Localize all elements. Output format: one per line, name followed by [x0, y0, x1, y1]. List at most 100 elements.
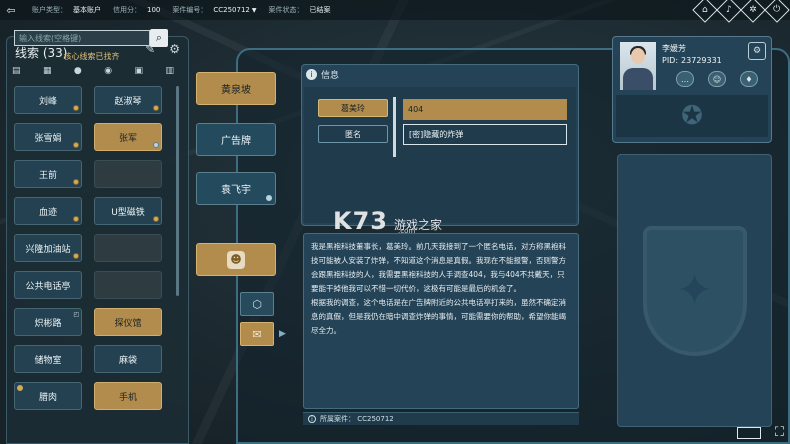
info-header: i 信息	[306, 68, 339, 81]
shield-icon[interactable]: ♦	[740, 71, 758, 87]
file-icon[interactable]: ▦	[43, 66, 52, 80]
clue-status-dot	[153, 105, 159, 111]
clue-item[interactable]: 刘峰	[14, 86, 82, 114]
clue-status-dot	[153, 216, 159, 222]
police-shield-icon: ✦	[642, 225, 747, 356]
link-icon: ◰	[73, 311, 79, 318]
subject-value: [密]隐藏的炸弹	[403, 124, 567, 145]
mail-icon[interactable]: ✉	[240, 322, 274, 346]
cube-icon[interactable]: ⬡	[240, 292, 274, 316]
clue-label: 王前	[38, 170, 57, 181]
fullscreen-icon[interactable]: ⛶	[775, 425, 784, 440]
anonymous-label[interactable]: 匿名	[318, 125, 388, 143]
clue-label: 张雪娟	[34, 133, 62, 144]
clue-grid: 刘峰 赵淑琴张雪娟 张军王前血迹 U型磁铁兴隆加油站公共电话亭炽彬路 ◰ 探仪馆储物室 麻袋…	[14, 86, 170, 410]
clue-label: U型磁铁	[111, 207, 145, 218]
message-body: 我是黑袍科技董事长，葛美玲。前几天我接到了一个匿名电话，对方称黑袍科技可能被人安…	[303, 233, 579, 409]
clue-label: 血迹	[38, 207, 57, 218]
clue-status-dot	[73, 179, 79, 185]
profile-pid: PID: 23729331	[662, 56, 722, 65]
clue-item[interactable]: 张军	[94, 123, 162, 151]
profile-actions: … ☺ ♦	[676, 71, 758, 87]
clue-item[interactable]: 手机	[94, 382, 162, 410]
clue-item[interactable]: 兴隆加油站	[14, 234, 82, 262]
message-paragraph-1: 我是黑袍科技董事长，葛美玲。前几天我接到了一个匿名电话，对方称黑袍科技可能被人安…	[311, 242, 566, 293]
clue-item[interactable]: 炽彬路 ◰	[14, 308, 82, 336]
info-icon: i	[308, 415, 316, 423]
box-icon[interactable]: ▣	[135, 66, 144, 80]
clue-item[interactable]: 储物室	[14, 345, 82, 373]
clue-label: 炽彬路	[34, 318, 62, 329]
recipient-value: 404	[403, 99, 567, 120]
info-icon: i	[306, 69, 317, 80]
core-clue-status: 核心线索已找齐	[63, 52, 120, 61]
clue-label: 探仪馆	[114, 318, 142, 329]
clue-item[interactable]: 血迹	[14, 197, 82, 225]
chat-icon[interactable]: …	[676, 71, 694, 87]
sender-label[interactable]: 葛美玲	[318, 99, 388, 117]
clue-label: 麻袋	[118, 355, 137, 366]
search-icon[interactable]: ⌕	[150, 29, 168, 47]
document-icon[interactable]: ▤	[12, 66, 21, 80]
clue-status-dot	[73, 105, 79, 111]
clue-label: 手机	[118, 392, 137, 403]
clue-label: 赵淑琴	[114, 96, 142, 107]
tab-person[interactable]: 袁飞宇	[196, 172, 276, 205]
site-watermark: K73 游戏之家	[333, 207, 443, 235]
clue-scrollbar[interactable]	[176, 86, 179, 296]
contacts-icon[interactable]: ☺	[708, 71, 726, 87]
clue-item[interactable]: 王前	[14, 160, 82, 188]
clue-filter-row: ▤ ▦ ● ◉ ▣ ▥	[12, 66, 174, 80]
clue-label: 储物室	[34, 355, 62, 366]
watermark-domain: .com	[398, 227, 416, 235]
case-status: 案件状态： 已结案	[268, 6, 331, 14]
clue-slot-empty	[94, 160, 162, 188]
clue-status-dot	[73, 142, 79, 148]
profile-name: 李媛芳	[662, 44, 686, 53]
clue-status-dot	[73, 253, 79, 259]
clue-label: 刘峰	[38, 96, 57, 107]
account-type: 账户类型： 基本账户	[32, 6, 101, 14]
user-badge-icon: ☻	[227, 250, 245, 269]
trash-icon[interactable]: ▥	[165, 66, 174, 80]
window-icon[interactable]	[736, 426, 761, 439]
clue-item[interactable]: 张雪娟	[14, 123, 82, 151]
avatar	[620, 42, 656, 90]
divider	[393, 97, 396, 157]
clue-slot-empty	[94, 234, 162, 262]
clue-item[interactable]: 腊肉	[14, 382, 82, 410]
chevron-down-icon: ▼	[251, 7, 257, 14]
clue-slot-empty	[94, 271, 162, 299]
clue-status-dot	[153, 142, 159, 148]
clue-item[interactable]: U型磁铁	[94, 197, 162, 225]
clue-status-dot	[17, 385, 23, 391]
person-icon[interactable]: ●	[74, 66, 82, 80]
top-status-bar: ⇦ 账户类型： 基本账户 信用分： 100 案件编号： CC250712 ▼ 案件状态：…	[0, 0, 790, 20]
arrow-right-icon: ▶	[279, 329, 286, 339]
case-footer: i 所属案件： CC250712	[303, 412, 579, 425]
clue-label: 张军	[118, 133, 137, 144]
clue-label: 兴隆加油站	[25, 244, 71, 255]
clue-item[interactable]: 公共电话亭	[14, 271, 82, 299]
emblem-panel: ✦	[617, 154, 772, 427]
bottom-controls: ⛶	[736, 425, 784, 440]
location-icon[interactable]: ◉	[104, 66, 112, 80]
badge-icon[interactable]: ⚙	[748, 42, 766, 60]
tab-location[interactable]: 黄泉坡	[196, 72, 276, 105]
clue-label: 公共电话亭	[25, 281, 71, 292]
profile-tab[interactable]: ☻	[196, 243, 276, 276]
clue-item[interactable]: 赵淑琴	[94, 86, 162, 114]
tab-billboard[interactable]: 广告牌	[196, 123, 276, 156]
clue-search-input[interactable]: 输入线索(空格键)	[14, 30, 150, 46]
clue-item[interactable]: 麻袋	[94, 345, 162, 373]
clue-item[interactable]: 探仪馆	[94, 308, 162, 336]
message-paragraph-2: 根据我的调查，这个电话是在广告牌附近的公共电话亭打来的，虽然不确定消息的真假，但…	[311, 298, 566, 335]
police-emblem-icon: ✪	[616, 95, 768, 137]
case-number[interactable]: 案件编号： CC250712 ▼	[172, 5, 256, 15]
credit-score: 信用分： 100	[113, 6, 161, 14]
back-icon[interactable]: ⇦	[2, 2, 20, 18]
clue-label: 腊肉	[38, 392, 57, 403]
status-dot	[266, 195, 272, 201]
top-icon-group: ⌂ ♪ ✲ ⏻	[692, 0, 790, 23]
clue-status-dot	[73, 216, 79, 222]
